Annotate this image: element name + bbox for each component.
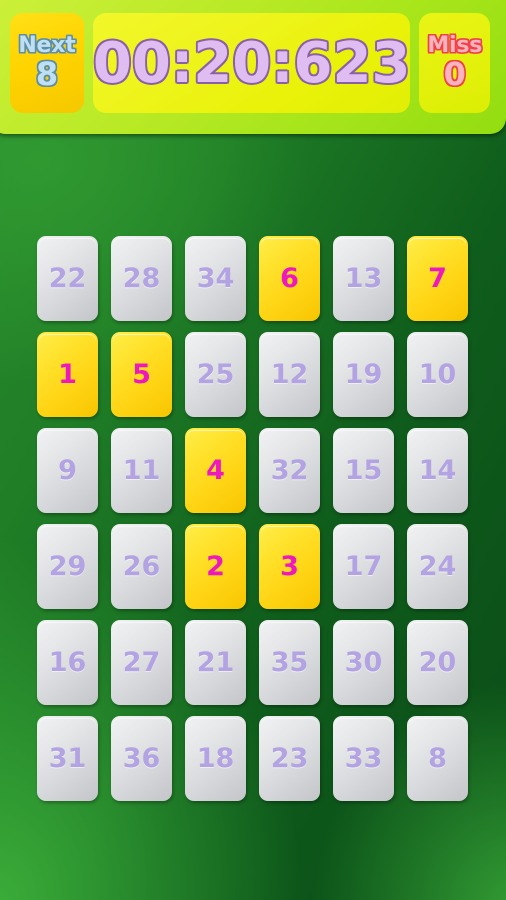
grid-tile[interactable]: 19 [333, 332, 394, 417]
miss-label: Miss [427, 33, 483, 59]
grid-tile-label: 5 [132, 359, 151, 390]
grid-tile-label: 31 [48, 743, 87, 774]
grid-tile[interactable]: 12 [259, 332, 320, 417]
grid-tile-label: 23 [270, 743, 309, 774]
grid-tile[interactable]: 11 [111, 428, 172, 513]
grid-tile-label: 12 [270, 359, 309, 390]
grid-tile[interactable]: 36 [111, 716, 172, 801]
grid-tile[interactable]: 20 [407, 620, 468, 705]
grid-tile-label: 1 [58, 359, 77, 390]
grid-tile-label: 32 [270, 455, 309, 486]
grid-tile[interactable]: 14 [407, 428, 468, 513]
grid-tile[interactable]: 25 [185, 332, 246, 417]
grid-tile[interactable]: 30 [333, 620, 394, 705]
grid-tile-label: 26 [122, 551, 161, 582]
next-number-panel: Next 8 [10, 13, 84, 113]
grid-tile-label: 36 [122, 743, 161, 774]
grid-tile[interactable]: 34 [185, 236, 246, 321]
grid-tile-label: 27 [122, 647, 161, 678]
grid-tile[interactable]: 32 [259, 428, 320, 513]
grid-tile-label: 11 [122, 455, 161, 486]
grid-tile-label: 9 [58, 455, 77, 486]
grid-tile[interactable]: 15 [333, 428, 394, 513]
grid-tile-label: 15 [344, 455, 383, 486]
next-value: 8 [35, 55, 59, 94]
next-label: Next [18, 33, 76, 59]
grid-tile[interactable]: 10 [407, 332, 468, 417]
timer-value: 00:20:623 [92, 30, 411, 96]
grid-tile[interactable]: 29 [37, 524, 98, 609]
grid-tile-label: 13 [344, 263, 383, 294]
grid-tile[interactable]: 33 [333, 716, 394, 801]
status-header: Next 8 00:20:623 Miss 0 [0, 0, 506, 134]
grid-tile-label: 7 [428, 263, 447, 294]
grid-tile[interactable]: 35 [259, 620, 320, 705]
grid-tile[interactable]: 31 [37, 716, 98, 801]
grid-tile-label: 30 [344, 647, 383, 678]
grid-tile-label: 10 [418, 359, 457, 390]
grid-tile[interactable]: 13 [333, 236, 394, 321]
grid-tile-label: 33 [344, 743, 383, 774]
grid-tile-label: 21 [196, 647, 235, 678]
grid-tile-label: 28 [122, 263, 161, 294]
grid-tile[interactable]: 7 [407, 236, 468, 321]
grid-tile[interactable]: 28 [111, 236, 172, 321]
grid-tile-label: 18 [196, 743, 235, 774]
grid-tile[interactable]: 3 [259, 524, 320, 609]
grid-tile-label: 4 [206, 455, 225, 486]
grid-tile[interactable]: 24 [407, 524, 468, 609]
grid-tile[interactable]: 17 [333, 524, 394, 609]
grid-tile-label: 34 [196, 263, 235, 294]
grid-tile[interactable]: 9 [37, 428, 98, 513]
grid-tile[interactable]: 5 [111, 332, 172, 417]
grid-tile-label: 29 [48, 551, 87, 582]
miss-value: 0 [443, 55, 466, 94]
grid-tile-label: 25 [196, 359, 235, 390]
grid-tile[interactable]: 27 [111, 620, 172, 705]
grid-tile-label: 2 [206, 551, 225, 582]
grid-tile[interactable]: 26 [111, 524, 172, 609]
grid-tile[interactable]: 21 [185, 620, 246, 705]
grid-tile-label: 3 [280, 551, 299, 582]
grid-tile-label: 17 [344, 551, 383, 582]
grid-tile-label: 19 [344, 359, 383, 390]
grid-tile-label: 24 [418, 551, 457, 582]
grid-tile[interactable]: 18 [185, 716, 246, 801]
grid-tile[interactable]: 23 [259, 716, 320, 801]
grid-tile[interactable]: 1 [37, 332, 98, 417]
grid-tile-label: 16 [48, 647, 87, 678]
grid-tile-label: 35 [270, 647, 309, 678]
timer-panel: 00:20:623 [92, 13, 411, 113]
grid-tile[interactable]: 6 [259, 236, 320, 321]
grid-tile-label: 22 [48, 263, 87, 294]
miss-counter-panel: Miss 0 [419, 13, 490, 113]
number-grid: 22 28 34 6 13 7 1 5 25 12 19 10 9 11 4 32 15 14 29 26 2 3 17 24… [37, 236, 469, 801]
grid-tile[interactable]: 22 [37, 236, 98, 321]
grid-tile[interactable]: 2 [185, 524, 246, 609]
game-screen: Next 8 00:20:623 Miss 0 22 28 34 6 13 7 1 5 25 12… [0, 0, 506, 900]
grid-tile[interactable]: 16 [37, 620, 98, 705]
grid-tile-label: 14 [418, 455, 457, 486]
grid-tile-label: 6 [280, 263, 299, 294]
grid-tile[interactable]: 8 [407, 716, 468, 801]
grid-tile-label: 8 [428, 743, 447, 774]
grid-tile[interactable]: 4 [185, 428, 246, 513]
grid-tile-label: 20 [418, 647, 457, 678]
